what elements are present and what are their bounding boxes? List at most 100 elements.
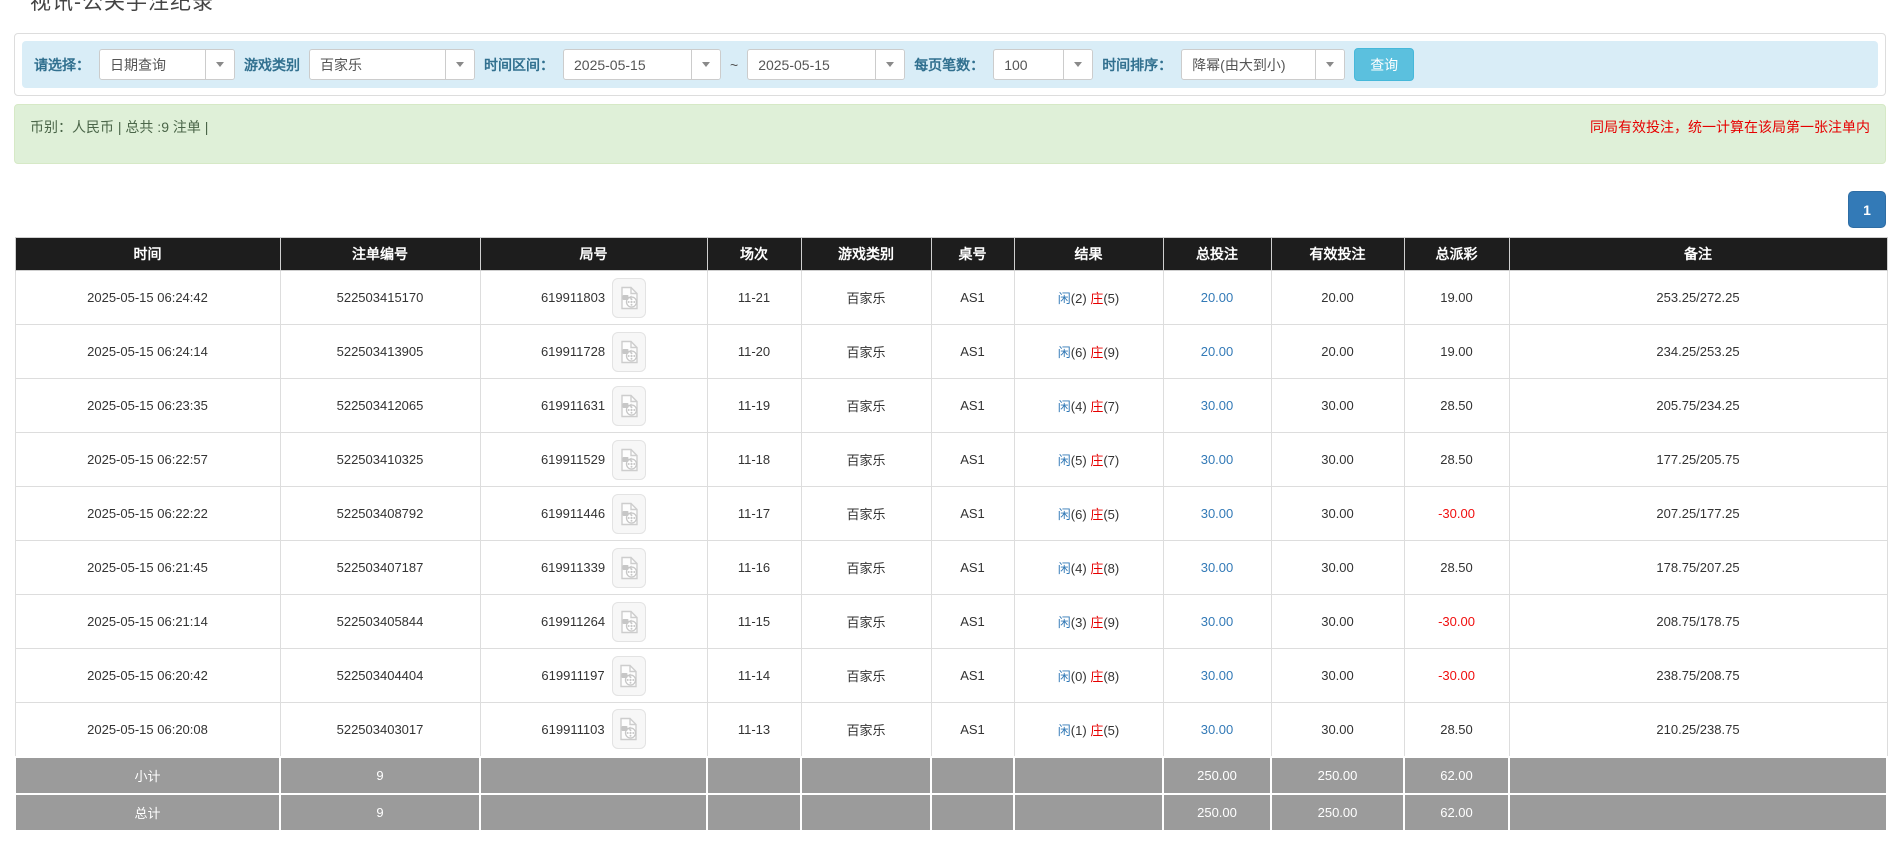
- round-id: 619911264: [541, 614, 605, 629]
- table-no-cell: AS1: [931, 271, 1014, 325]
- subtotal-label: 小计: [15, 757, 280, 794]
- total-bet-link[interactable]: 30.00: [1201, 614, 1234, 629]
- bet-id-cell: 522503412065: [280, 379, 480, 433]
- valid-bet-cell: 20.00: [1271, 271, 1404, 325]
- video-file-icon: [620, 286, 639, 310]
- date-to-select[interactable]: 2025-05-15: [747, 49, 905, 80]
- date-from-select[interactable]: 2025-05-15: [563, 49, 721, 80]
- game-type-cell: 百家乐: [801, 325, 931, 379]
- game-type-cell: 百家乐: [801, 649, 931, 703]
- round-id: 619911103: [541, 722, 604, 737]
- total-bet-cell: 30.00: [1163, 703, 1271, 757]
- session-cell: 11-14: [707, 649, 801, 703]
- note-cell: 210.25/238.75: [1509, 703, 1887, 757]
- video-replay-button[interactable]: [612, 332, 646, 372]
- page-1-button[interactable]: 1: [1848, 191, 1886, 228]
- time-cell: 2025-05-15 06:20:42: [15, 649, 280, 703]
- video-replay-button[interactable]: [612, 602, 646, 642]
- valid-bet-cell: 30.00: [1271, 595, 1404, 649]
- search-button[interactable]: 查询: [1354, 48, 1414, 81]
- banker-score: (7): [1103, 453, 1119, 468]
- player-label: 闲: [1058, 615, 1071, 630]
- round-cell: 619911529: [480, 433, 707, 487]
- subtotal-row: 小计 9 250.00 250.00 62.00: [15, 757, 1887, 794]
- game-type-select[interactable]: 百家乐: [309, 49, 475, 80]
- header-result: 结果: [1014, 238, 1163, 271]
- valid-bet-cell: 30.00: [1271, 541, 1404, 595]
- chevron-down-icon[interactable]: [445, 50, 474, 79]
- table-row: 2025-05-15 06:24:14 522503413905 6199117…: [15, 325, 1887, 379]
- round-id: 619911446: [541, 506, 605, 521]
- result-cell: 闲(4) 庄(7): [1014, 379, 1163, 433]
- player-score: (2): [1071, 291, 1087, 306]
- filter-panel: 请选择： 日期查询 游戏类别 百家乐 时间区间： 2025-05-15 ~ 20…: [14, 33, 1886, 96]
- valid-bet-cell: 30.00: [1271, 487, 1404, 541]
- banker-label: 庄: [1090, 399, 1103, 414]
- banker-label: 庄: [1090, 345, 1103, 360]
- total-bet-link[interactable]: 30.00: [1201, 722, 1234, 737]
- video-replay-button[interactable]: [612, 278, 646, 318]
- banker-score: (9): [1103, 615, 1119, 630]
- note-cell: 178.75/207.25: [1509, 541, 1887, 595]
- total-bet-link[interactable]: 20.00: [1201, 290, 1234, 305]
- total-bet-link[interactable]: 30.00: [1201, 560, 1234, 575]
- table-row: 2025-05-15 06:23:35 522503412065 6199116…: [15, 379, 1887, 433]
- date-range-label: 时间区间：: [484, 55, 554, 75]
- chevron-down-icon[interactable]: [1063, 50, 1092, 79]
- total-bet-link[interactable]: 20.00: [1201, 344, 1234, 359]
- payout-cell: -30.00: [1404, 487, 1509, 541]
- table-no-cell: AS1: [931, 487, 1014, 541]
- bet-id-cell: 522503408792: [280, 487, 480, 541]
- sort-select[interactable]: 降幂(由大到小): [1181, 49, 1345, 80]
- table-no-cell: AS1: [931, 703, 1014, 757]
- game-type-cell: 百家乐: [801, 487, 931, 541]
- table-no-cell: AS1: [931, 541, 1014, 595]
- bet-id-cell: 522503413905: [280, 325, 480, 379]
- result-cell: 闲(2) 庄(5): [1014, 271, 1163, 325]
- video-replay-button[interactable]: [612, 386, 646, 426]
- total-row: 总计 9 250.00 250.00 62.00: [15, 794, 1887, 831]
- total-payout: 62.00: [1404, 794, 1509, 831]
- time-cell: 2025-05-15 06:22:57: [15, 433, 280, 487]
- total-bet-link[interactable]: 30.00: [1201, 452, 1234, 467]
- banker-score: (5): [1103, 507, 1119, 522]
- session-cell: 11-20: [707, 325, 801, 379]
- query-type-select[interactable]: 日期查询: [99, 49, 235, 80]
- video-replay-button[interactable]: [612, 656, 646, 696]
- video-file-icon: [620, 556, 639, 580]
- header-payout: 总派彩: [1404, 238, 1509, 271]
- round-cell: 619911728: [480, 325, 707, 379]
- round-id: 619911529: [541, 452, 605, 467]
- chevron-down-icon[interactable]: [1315, 50, 1344, 79]
- table-no-cell: AS1: [931, 379, 1014, 433]
- chevron-down-icon[interactable]: [205, 50, 234, 79]
- sort-label: 时间排序：: [1102, 55, 1172, 75]
- video-replay-button[interactable]: [612, 548, 646, 588]
- total-bet-link[interactable]: 30.00: [1201, 506, 1234, 521]
- note-cell: 253.25/272.25: [1509, 271, 1887, 325]
- player-label: 闲: [1058, 453, 1071, 468]
- table-no-cell: AS1: [931, 433, 1014, 487]
- banker-score: (5): [1103, 291, 1119, 306]
- table-body: 2025-05-15 06:24:42 522503415170 6199118…: [15, 271, 1887, 757]
- total-bet-cell: 30.00: [1163, 649, 1271, 703]
- header-table-no: 桌号: [931, 238, 1014, 271]
- banker-score: (7): [1103, 399, 1119, 414]
- round-cell: 619911103: [480, 703, 707, 757]
- chevron-down-icon[interactable]: [875, 50, 904, 79]
- filter-bar: 请选择： 日期查询 游戏类别 百家乐 时间区间： 2025-05-15 ~ 20…: [22, 41, 1878, 88]
- video-replay-button[interactable]: [612, 440, 646, 480]
- total-bet-link[interactable]: 30.00: [1201, 668, 1234, 683]
- subtotal-valid-bet: 250.00: [1271, 757, 1404, 794]
- video-replay-button[interactable]: [612, 709, 646, 749]
- chevron-down-icon[interactable]: [691, 50, 720, 79]
- page-size-select[interactable]: 100: [993, 49, 1093, 80]
- total-bet-link[interactable]: 30.00: [1201, 398, 1234, 413]
- bet-id-cell: 522503407187: [280, 541, 480, 595]
- video-replay-button[interactable]: [612, 494, 646, 534]
- video-file-icon: [620, 610, 639, 634]
- table-row: 2025-05-15 06:20:42 522503404404 6199111…: [15, 649, 1887, 703]
- session-cell: 11-15: [707, 595, 801, 649]
- sort-value: 降幂(由大到小): [1182, 50, 1315, 79]
- total-label: 总计: [15, 794, 280, 831]
